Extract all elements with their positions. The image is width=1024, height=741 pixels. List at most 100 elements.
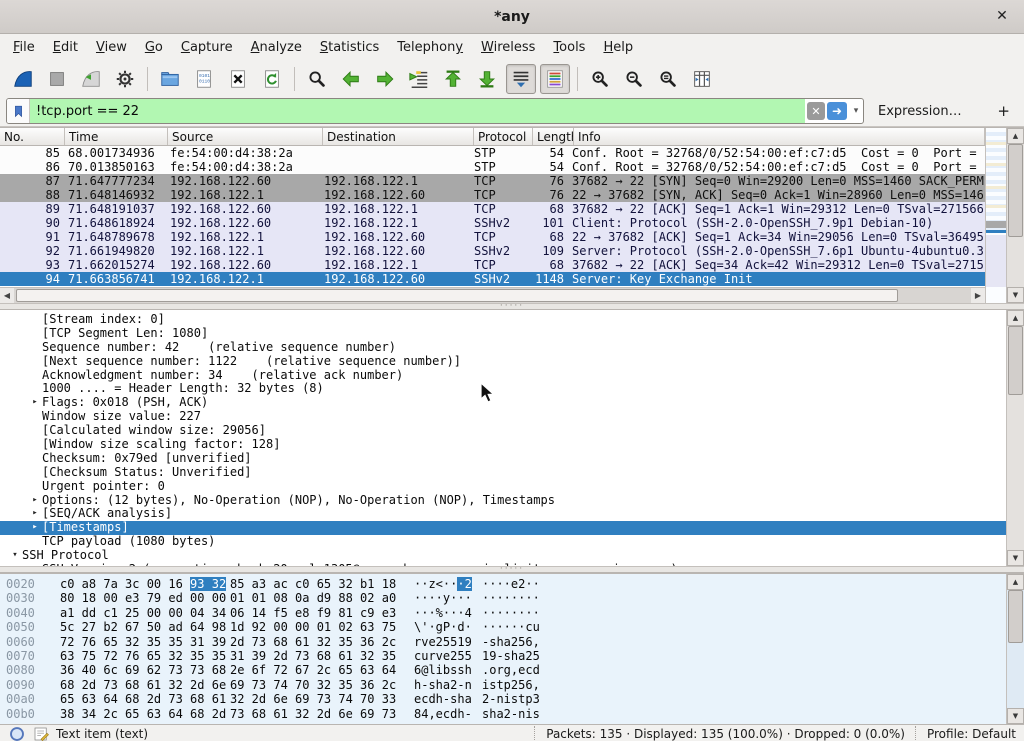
menu-analyze[interactable]: Analyze: [242, 37, 311, 58]
column-header-no[interactable]: No.: [0, 128, 65, 145]
hex-row-00b0[interactable]: 00b038 34 2c 65 63 64 68 2d73 68 61 32 2…: [0, 707, 1006, 721]
scroll-left-icon[interactable]: ◀: [0, 291, 14, 300]
detail-line[interactable]: [Next sequence number: 1122 (relative se…: [0, 355, 1006, 369]
capture-options-icon[interactable]: [110, 64, 140, 94]
detail-line[interactable]: ▾SSH Protocol: [0, 549, 1006, 563]
hex-row-0030[interactable]: 003080 18 00 e3 79 ed 00 0001 01 08 0a d…: [0, 591, 1006, 605]
go-forward-icon[interactable]: [370, 64, 400, 94]
auto-scroll-icon[interactable]: [506, 64, 536, 94]
detail-line[interactable]: ▸Flags: 0x018 (PSH, ACK): [0, 396, 1006, 410]
stop-capture-icon[interactable]: [42, 64, 72, 94]
menu-statistics[interactable]: Statistics: [311, 37, 388, 58]
scroll-up-icon[interactable]: ▲: [1007, 310, 1024, 326]
menu-tools[interactable]: Tools: [544, 37, 594, 58]
expand-arrow-icon[interactable]: ▾: [8, 549, 22, 563]
detail-line[interactable]: [Checksum Status: Unverified]: [0, 466, 1006, 480]
packet-minimap[interactable]: [985, 128, 1006, 303]
go-last-icon[interactable]: [472, 64, 502, 94]
packet-row-89[interactable]: 8971.648191037192.168.122.60192.168.122.…: [0, 202, 985, 216]
detail-line[interactable]: [Stream index: 0]: [0, 313, 1006, 327]
expert-info-icon[interactable]: [8, 725, 26, 741]
pane-splitter[interactable]: ·····: [0, 303, 1024, 310]
detail-line[interactable]: Sequence number: 42 (relative sequence n…: [0, 341, 1006, 355]
scroll-down-icon[interactable]: ▼: [1007, 287, 1024, 303]
scroll-down-icon[interactable]: ▼: [1007, 708, 1024, 724]
packet-row-86[interactable]: 8670.013850163fe:54:00:d4:38:2aSTP54Conf…: [0, 160, 985, 174]
restart-capture-icon[interactable]: [76, 64, 106, 94]
filter-dropdown-icon[interactable]: ▾: [849, 106, 863, 116]
detail-line[interactable]: ▸[SEQ/ACK analysis]: [0, 507, 1006, 521]
detail-line[interactable]: TCP payload (1080 bytes): [0, 535, 1006, 549]
hex-row-0040[interactable]: 0040a1 dd c1 25 00 00 04 3406 14 f5 e8 f…: [0, 606, 1006, 620]
detail-line[interactable]: ▸Options: (12 bytes), No-Operation (NOP)…: [0, 494, 1006, 508]
detail-line[interactable]: [Calculated window size: 29056]: [0, 424, 1006, 438]
add-filter-button[interactable]: +: [997, 102, 1010, 120]
bookmark-icon[interactable]: [7, 99, 30, 123]
expand-arrow-icon[interactable]: ▸: [28, 494, 42, 508]
capture-comment-icon[interactable]: [32, 725, 50, 741]
resize-columns-icon[interactable]: [687, 64, 717, 94]
column-header-info[interactable]: Info: [574, 128, 985, 145]
colorize-icon[interactable]: [540, 64, 570, 94]
column-header-destination[interactable]: Destination: [323, 128, 474, 145]
packet-row-85[interactable]: 8568.001734936fe:54:00:d4:38:2aSTP54Conf…: [0, 146, 985, 160]
zoom-in-icon[interactable]: [585, 64, 615, 94]
hscroll-thumb[interactable]: [16, 289, 898, 302]
zoom-out-icon[interactable]: [619, 64, 649, 94]
close-icon[interactable]: ✕: [992, 6, 1012, 26]
packet-list-vscrollbar[interactable]: ▲ ▼: [1006, 128, 1024, 303]
menu-capture[interactable]: Capture: [172, 37, 242, 58]
hex-row-0050[interactable]: 00505c 27 b2 67 50 ad 64 981d 92 00 00 0…: [0, 620, 1006, 634]
detail-line[interactable]: [Window size scaling factor: 128]: [0, 438, 1006, 452]
hex-vscrollbar[interactable]: ▲ ▼: [1006, 574, 1024, 724]
detail-line[interactable]: Checksum: 0x79ed [unverified]: [0, 452, 1006, 466]
packet-row-90[interactable]: 9071.648618924192.168.122.60192.168.122.…: [0, 216, 985, 230]
menu-wireless[interactable]: Wireless: [472, 37, 544, 58]
expand-arrow-icon[interactable]: ▸: [28, 521, 42, 535]
expression-button[interactable]: Expression…: [878, 104, 962, 119]
vscroll-thumb[interactable]: [1008, 144, 1023, 237]
hex-row-0020[interactable]: 0020c0 a8 7a 3c 00 16 93 3285 a3 ac c0 6…: [0, 577, 1006, 591]
vscroll-thumb[interactable]: [1008, 326, 1023, 395]
hex-row-0080[interactable]: 008036 40 6c 69 62 73 73 682e 6f 72 67 2…: [0, 663, 1006, 677]
details-vscrollbar[interactable]: ▲ ▼: [1006, 310, 1024, 566]
hex-row-0070[interactable]: 007063 75 72 76 65 32 35 3531 39 2d 73 6…: [0, 649, 1006, 663]
save-file-icon[interactable]: 01010110: [189, 64, 219, 94]
expand-arrow-icon[interactable]: ▸: [28, 507, 42, 521]
hex-row-0090[interactable]: 009068 2d 73 68 61 32 2d 6e69 73 74 70 3…: [0, 678, 1006, 692]
hscroll-track[interactable]: [14, 288, 971, 303]
packet-row-94[interactable]: 9471.663856741192.168.122.1192.168.122.6…: [0, 272, 985, 286]
hex-row-00a0[interactable]: 00a065 63 64 68 2d 73 68 6132 2d 6e 69 7…: [0, 692, 1006, 706]
scroll-down-icon[interactable]: ▼: [1007, 550, 1024, 566]
start-capture-icon[interactable]: [8, 64, 38, 94]
packet-row-92[interactable]: 9271.661949820192.168.122.1192.168.122.6…: [0, 244, 985, 258]
detail-line[interactable]: 1000 .... = Header Length: 32 bytes (8): [0, 382, 1006, 396]
scroll-up-icon[interactable]: ▲: [1007, 574, 1024, 590]
column-header-length[interactable]: Length: [533, 128, 574, 145]
menu-edit[interactable]: Edit: [44, 37, 87, 58]
detail-line[interactable]: Window size value: 227: [0, 410, 1006, 424]
status-profile[interactable]: Profile: Default: [927, 727, 1016, 741]
expand-arrow-icon[interactable]: ▸: [28, 396, 42, 410]
pane-splitter[interactable]: ·····: [0, 566, 1024, 573]
close-file-icon[interactable]: [223, 64, 253, 94]
display-filter-input[interactable]: [30, 99, 805, 123]
column-header-protocol[interactable]: Protocol: [474, 128, 533, 145]
menu-file[interactable]: File: [4, 37, 44, 58]
go-to-packet-icon[interactable]: [404, 64, 434, 94]
filter-apply-icon[interactable]: ➜: [827, 102, 847, 120]
menu-telephony[interactable]: Telephony: [388, 37, 472, 58]
column-header-time[interactable]: Time: [65, 128, 168, 145]
title-bar[interactable]: *any ✕: [0, 0, 1024, 34]
detail-line[interactable]: ▸[Timestamps]: [0, 521, 1006, 535]
reload-file-icon[interactable]: [257, 64, 287, 94]
go-back-icon[interactable]: [336, 64, 366, 94]
go-first-icon[interactable]: [438, 64, 468, 94]
detail-line[interactable]: [TCP Segment Len: 1080]: [0, 327, 1006, 341]
packet-list-hscrollbar[interactable]: ◀ ▶: [0, 287, 985, 303]
detail-line[interactable]: Urgent pointer: 0: [0, 480, 1006, 494]
column-header-source[interactable]: Source: [168, 128, 323, 145]
menu-help[interactable]: Help: [594, 37, 642, 58]
scroll-up-icon[interactable]: ▲: [1007, 128, 1024, 144]
packet-row-93[interactable]: 9371.662015274192.168.122.60192.168.122.…: [0, 258, 985, 272]
